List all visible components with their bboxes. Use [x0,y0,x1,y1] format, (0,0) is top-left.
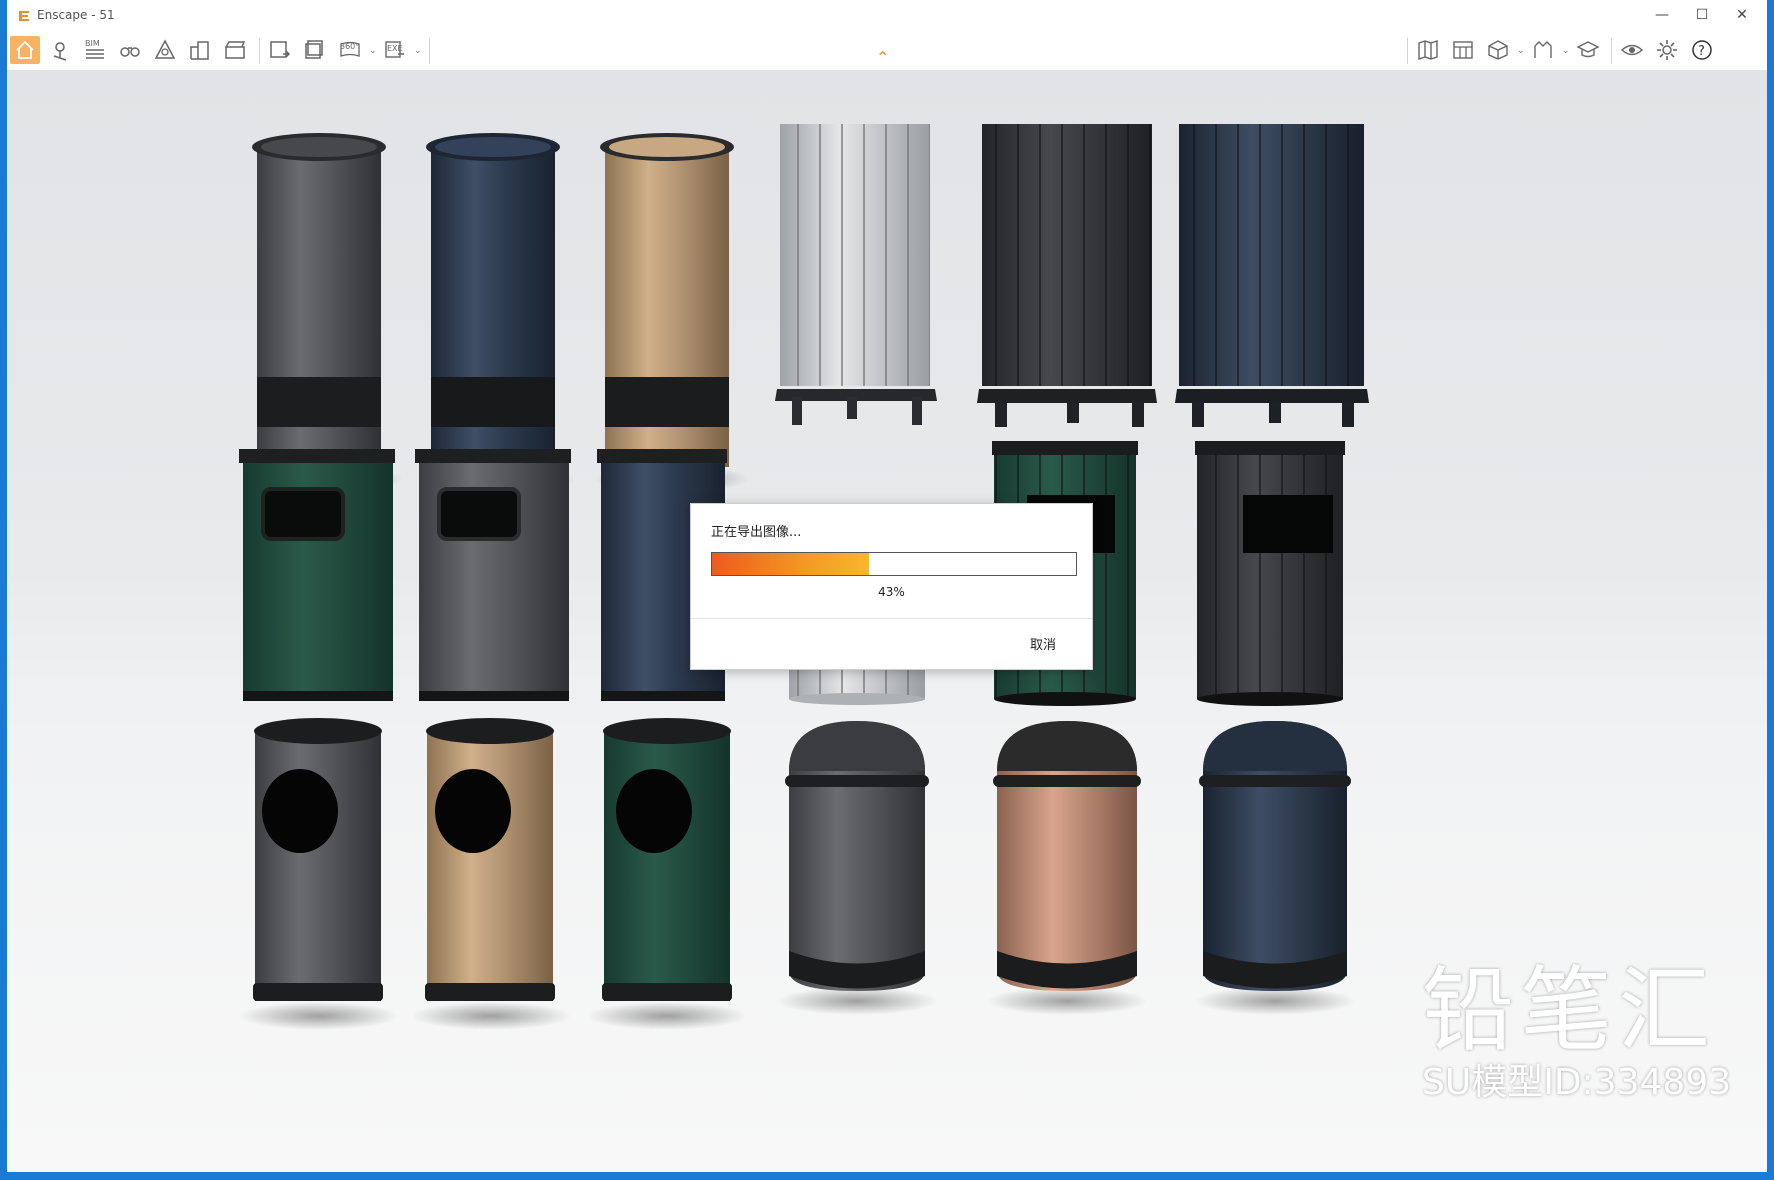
panorama-button[interactable]: 360° [335,36,365,64]
binoculars-button[interactable] [115,36,145,64]
model-id: SU模型ID:334893 [1422,1062,1732,1103]
sync-button[interactable] [1573,36,1603,64]
bin-cylinder-grey [247,133,403,493]
bin-ashtray-grey [239,718,399,1030]
buildings-icon [190,41,209,60]
bin-square-grey [415,449,571,701]
image-export-icon [270,41,291,58]
cancel-button[interactable]: 取消 [1030,634,1056,653]
help-button[interactable]: ? [1687,36,1717,64]
minimize-button[interactable]: — [1647,4,1677,26]
scene-button[interactable] [150,36,180,64]
visual-settings-button[interactable] [1617,36,1647,64]
eye-icon [1620,44,1644,56]
cube-icon [1488,40,1508,60]
batch-render-button[interactable] [300,36,330,64]
toolbar-separator [259,38,260,64]
asset-library-button[interactable] [185,36,215,64]
exe-export-button[interactable]: EXE [380,36,410,64]
bin-square-green [239,449,395,701]
binoculars-icon [120,47,140,57]
svg-text:?: ? [1698,44,1705,59]
map-pin-icon [53,42,67,61]
bin-cylinder-tan [594,133,750,493]
progress-bar [711,552,1077,576]
dialog-title: 正在导出图像... [711,525,802,540]
panorama-icon: 360° [340,41,360,57]
brand-watermark: 铅笔汇 SU模型ID:334893 [1422,965,1731,1101]
screenshot-button[interactable] [265,36,295,64]
home-button[interactable] [10,36,40,64]
bin-round-slatted-dark [1195,441,1345,706]
exe-label: EXE [387,44,403,53]
chevron-down-icon[interactable]: ⌄ [369,46,377,56]
progress-percent: 43% [878,585,905,599]
position-button[interactable] [45,36,75,64]
chevron-down-icon[interactable]: ⌄ [1562,46,1570,56]
bin-dome-navy [1195,721,1355,1015]
toolbar-separator [1407,38,1408,64]
chevron-down-icon[interactable]: ⌄ [1517,46,1525,56]
bim-label: BIM [85,39,100,48]
graduation-cap-icon [1576,41,1600,58]
toolbar-separator [429,38,430,64]
exe-export-icon: EXE [385,41,404,58]
bin-dome-grey [777,721,937,1015]
enscape-window: Enscape - 51 — ☐ ✕ BIM 360° ⌄ EXE ⌄ ⌄ ⌄ … [7,0,1767,1172]
settings-button[interactable] [1652,36,1682,64]
home-icon [16,40,34,59]
bin-slatted-navy [1175,124,1369,427]
view-mode-button[interactable] [1483,36,1513,64]
bin-slatted-darkgrey [977,124,1157,427]
bin-ashtray-green [587,718,747,1030]
bin-dome-copper [987,721,1147,1015]
enscape-logo-icon [19,11,29,21]
bin-slatted-silver [775,124,937,425]
map-button[interactable] [1413,36,1443,64]
map-icon [1418,40,1438,60]
library-button[interactable] [1448,36,1478,64]
bim-button[interactable]: BIM [80,36,110,64]
gear-icon [1657,40,1677,60]
material-editor-button[interactable] [1528,36,1558,64]
bin-ashtray-tan [411,718,571,1030]
progress-fill [712,553,869,575]
dialog-divider [691,618,1092,619]
material-icon [1534,41,1552,58]
video-editor-button[interactable] [220,36,250,64]
bim-icon: BIM [85,39,104,59]
batch-export-icon [305,40,323,59]
bin-cylinder-navy [419,133,575,493]
clapperboard-icon [225,41,246,59]
window-title: Enscape - 51 [37,8,115,22]
title-bar: Enscape - 51 — ☐ ✕ [7,0,1767,30]
triangle-scene-icon [154,39,176,59]
grid-panel-icon [1453,41,1473,59]
help-icon: ? [1692,40,1712,60]
toolbar-separator [1611,38,1612,64]
close-button[interactable]: ✕ [1727,4,1757,26]
export-progress-dialog: 正在导出图像... 43% 取消 [690,503,1093,670]
maximize-button[interactable]: ☐ [1687,4,1717,26]
chevron-down-icon[interactable]: ⌄ [414,46,422,56]
collapse-toolbar-icon[interactable]: ⌃ [876,48,889,67]
brand-name: 铅笔汇 [1422,957,1717,1064]
